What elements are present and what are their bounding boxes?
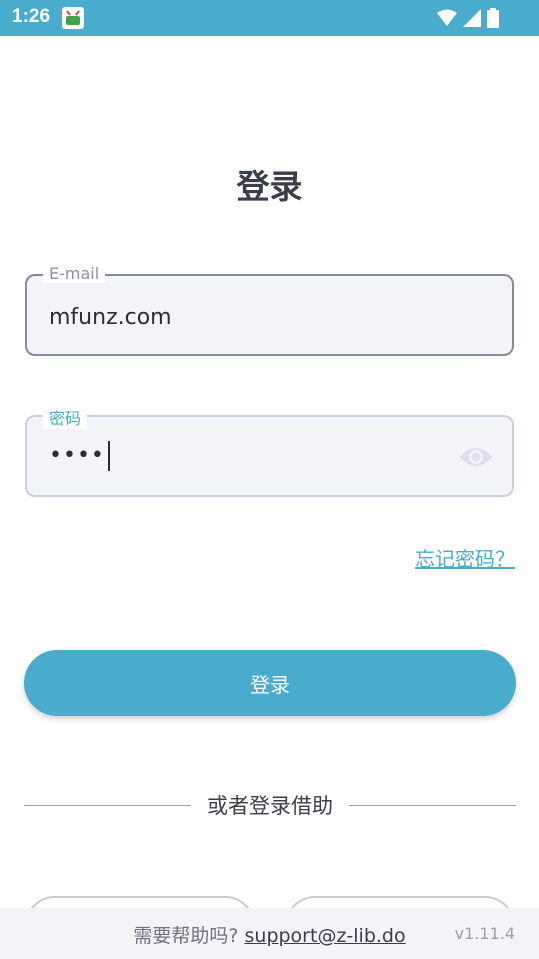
password-label: 密码: [43, 405, 88, 429]
support-email-link[interactable]: support@z-lib.do: [245, 925, 406, 947]
password-input[interactable]: ••••: [49, 441, 110, 471]
forgot-password-link[interactable]: 忘记密码？: [415, 543, 515, 572]
alt-login-divider: 或者登录借助: [24, 790, 516, 820]
divider-line-right: [349, 804, 516, 806]
divider-line-left: [24, 804, 191, 806]
email-label: E-mail: [43, 264, 106, 283]
login-button[interactable]: 登录: [24, 650, 516, 716]
footer-bar: 需要帮助吗? support@z-lib.do v1.11.4: [0, 908, 539, 959]
email-input[interactable]: [47, 296, 451, 338]
alt-login-text: 或者登录借助: [207, 794, 333, 818]
status-time: 1:26: [12, 6, 51, 27]
email-field[interactable]: E-mail: [25, 264, 514, 356]
wifi-icon: [437, 9, 457, 31]
status-bar: 1:26: [0, 0, 539, 36]
password-field[interactable]: 密码 ••••: [25, 405, 514, 497]
page-title: 登录: [236, 167, 303, 206]
text-caret: [107, 441, 110, 471]
android-notification-icon: [62, 7, 84, 29]
password-value: ••••: [49, 443, 105, 468]
help-prompt: 需要帮助吗?: [133, 925, 239, 947]
app-version: v1.11.4: [454, 924, 515, 943]
eye-icon[interactable]: [458, 443, 494, 471]
battery-icon: [487, 8, 499, 32]
signal-icon: [463, 9, 481, 31]
